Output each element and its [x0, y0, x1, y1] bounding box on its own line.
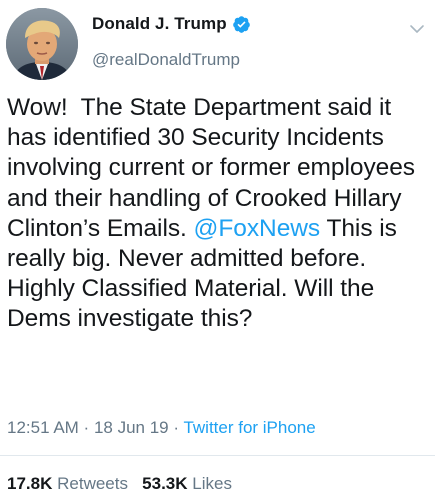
tweet-meta: 12:51 AM · 18 Jun 19 · Twitter for iPhon… — [7, 418, 316, 438]
tweet-card: Donald J. Trump @realDonaldTrump Wow! Th… — [0, 0, 435, 502]
retweets-count: 17.8K — [7, 474, 53, 493]
avatar[interactable] — [6, 8, 78, 80]
tweet-time[interactable]: 12:51 AM — [7, 418, 79, 437]
tweet-stats: 17.8K Retweets 53.3K Likes — [7, 474, 232, 494]
retweets-label: Retweets — [57, 474, 128, 493]
chevron-down-icon[interactable] — [409, 22, 425, 34]
meta-separator: · — [78, 418, 94, 437]
author-handle[interactable]: @realDonaldTrump — [92, 50, 240, 70]
likes-stat[interactable]: 53.3K Likes — [142, 474, 232, 493]
author-name-row[interactable]: Donald J. Trump — [92, 14, 251, 34]
divider — [0, 455, 435, 456]
tweet-text: Wow! The State Department said it has id… — [7, 93, 431, 335]
tweet-source-link[interactable]: Twitter for iPhone — [183, 418, 315, 437]
tweet-date[interactable]: 18 Jun 19 — [94, 418, 169, 437]
author-display-name[interactable]: Donald J. Trump — [92, 14, 227, 34]
likes-label: Likes — [192, 474, 232, 493]
profile-photo-icon — [6, 8, 78, 80]
likes-count: 53.3K — [142, 474, 188, 493]
verified-badge-icon — [232, 15, 251, 34]
meta-separator: · — [168, 418, 184, 437]
mention-link[interactable]: @FoxNews — [194, 215, 321, 242]
retweets-stat[interactable]: 17.8K Retweets — [7, 474, 128, 493]
